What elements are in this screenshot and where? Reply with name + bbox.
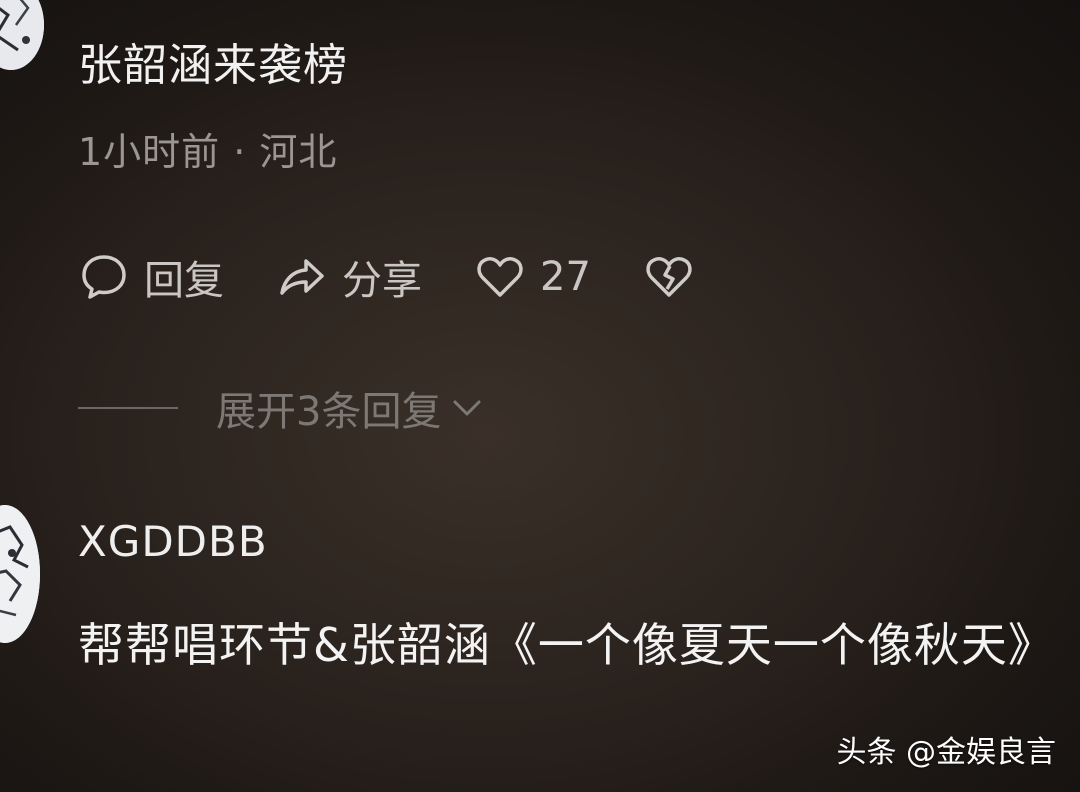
comment-author-name[interactable]: 张韶涵来袭榜 [78, 36, 348, 96]
reply-button[interactable]: 回复 [78, 248, 224, 306]
expand-replies-row: 展开3条回复 [78, 378, 487, 438]
chevron-down-icon [447, 388, 487, 428]
divider-line [78, 407, 178, 409]
comment-meta: 1小时前 · 河北 [78, 130, 338, 174]
expand-replies-button[interactable]: 展开3条回复 [216, 379, 487, 437]
dislike-button[interactable] [643, 251, 695, 303]
like-count: 27 [540, 254, 591, 300]
partial-text: — · · — · — — [78, 780, 438, 792]
avatar-image [0, 0, 44, 70]
avatar-image [0, 505, 40, 643]
comment-action-bar: 回复 分享 27 [78, 246, 695, 308]
reply-label: 回复 [144, 258, 224, 304]
speech-bubble-icon [78, 251, 130, 303]
like-button[interactable]: 27 [474, 251, 591, 303]
comment-text: 帮帮唱环节&张韶涵《一个像夏天一个像秋天》 [78, 618, 1055, 672]
share-button[interactable]: 分享 [276, 248, 422, 306]
avatar[interactable] [0, 0, 44, 70]
watermark: 头条 @金娱良言 [836, 735, 1056, 770]
share-label: 分享 [342, 258, 422, 304]
heart-icon [474, 251, 526, 303]
avatar[interactable] [0, 505, 40, 643]
broken-heart-icon [643, 251, 695, 303]
comment-author-name[interactable]: XGDDBB [78, 512, 268, 572]
expand-replies-label: 展开3条回复 [216, 389, 442, 435]
share-arrow-icon [276, 251, 328, 303]
comment-next-line-partial: — · · — · — — [78, 780, 438, 792]
